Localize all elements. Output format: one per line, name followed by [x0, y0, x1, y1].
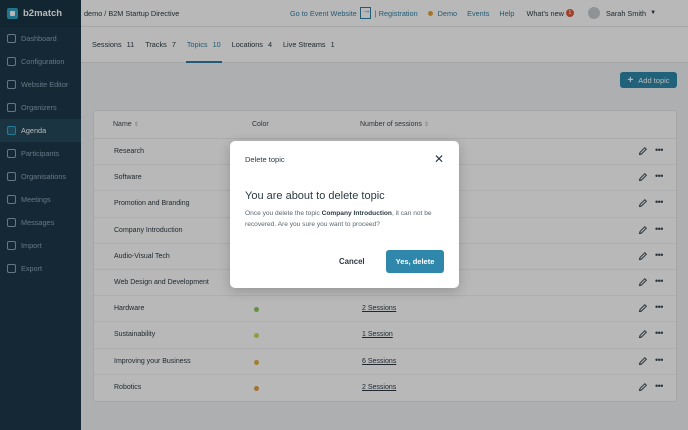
- dialog-message: Once you delete the topic Company Introd…: [245, 208, 450, 230]
- delete-topic-dialog: Delete topic ✕ You are about to delete t…: [230, 141, 459, 288]
- dialog-topic-name: Company Introduction: [321, 210, 392, 217]
- dialog-header: Delete topic: [245, 155, 285, 164]
- dialog-message-prefix: Once you delete the topic: [245, 210, 322, 217]
- cancel-button[interactable]: Cancel: [339, 257, 365, 266]
- confirm-delete-button[interactable]: Yes, delete: [386, 250, 444, 273]
- close-icon[interactable]: ✕: [433, 153, 445, 165]
- dialog-title: You are about to delete topic: [245, 190, 385, 202]
